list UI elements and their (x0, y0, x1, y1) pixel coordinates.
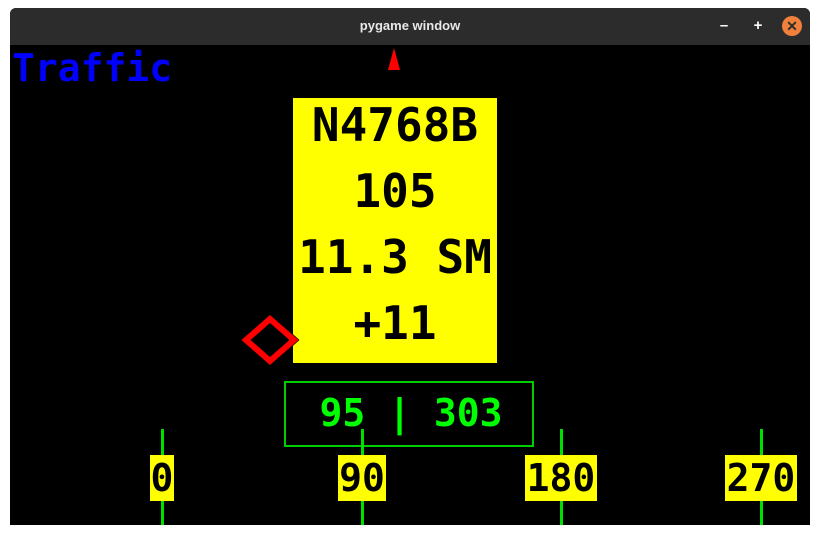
traffic-info-box: N4768B 105 11.3 SM +11 (293, 98, 497, 363)
window-title: pygame window (359, 18, 461, 33)
app-window: pygame window – + ✕ Traffic N4768B 105 1… (10, 8, 810, 525)
red-diamond-icon (240, 313, 300, 367)
traffic-altitude: +11 (353, 296, 437, 350)
title-bar[interactable]: pygame window – + ✕ (10, 8, 810, 45)
ownship-triangle-icon (388, 48, 400, 70)
compass-label-90: 90 (338, 455, 386, 501)
heading-readout-box: 95 | 303 (284, 381, 534, 447)
traffic-bearing: 105 (353, 164, 437, 218)
compass-label-0: 0 (150, 455, 174, 501)
close-button[interactable]: ✕ (782, 16, 802, 36)
maximize-button[interactable]: + (748, 16, 768, 36)
compass-label-270: 270 (725, 455, 797, 501)
traffic-callsign: N4768B (311, 98, 479, 152)
traffic-distance: 11.3 SM (298, 230, 492, 284)
compass-label-180: 180 (525, 455, 597, 501)
minimize-button[interactable]: – (714, 16, 734, 36)
game-canvas[interactable]: Traffic N4768B 105 11.3 SM +11 95 | 303 … (10, 45, 810, 525)
heading-readout: 95 | 303 (319, 391, 503, 435)
traffic-label: Traffic (12, 46, 173, 90)
